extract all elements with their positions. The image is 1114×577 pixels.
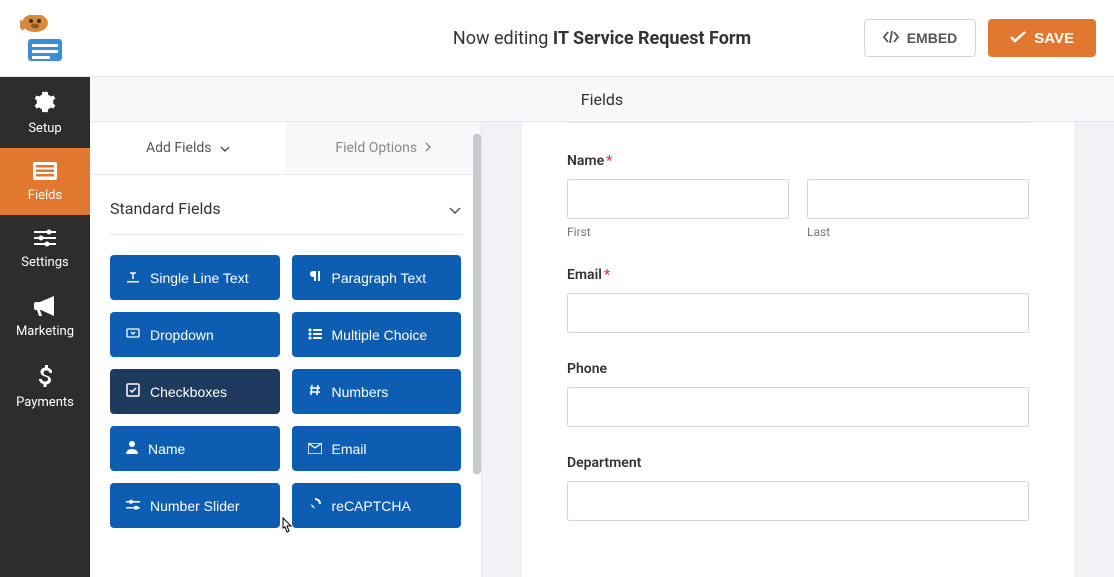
nav-marketing[interactable]: Marketing: [0, 282, 90, 351]
form-preview[interactable]: Name* First Last: [482, 122, 1114, 577]
field-label: Email*: [567, 267, 1029, 283]
form-field-phone[interactable]: Phone: [567, 361, 1029, 427]
nav-label: Settings: [21, 255, 68, 270]
nav-label: Payments: [16, 395, 74, 410]
standard-fields-header[interactable]: Standard Fields: [110, 199, 461, 235]
chevron-right-icon: [425, 140, 431, 156]
field-paragraph-text[interactable]: Paragraph Text: [292, 255, 462, 300]
field-number-slider[interactable]: Number Slider: [110, 483, 280, 528]
field-single-line-text[interactable]: Single Line Text: [110, 255, 280, 300]
scrollbar[interactable]: [473, 134, 481, 494]
field-label: Name*: [567, 153, 1029, 169]
dropdown-icon: [126, 326, 140, 343]
field-checkboxes[interactable]: Checkboxes: [110, 369, 280, 414]
nav-payments[interactable]: Payments: [0, 351, 90, 422]
chevron-down-icon: [220, 140, 230, 156]
embed-button[interactable]: EMBED: [864, 19, 977, 57]
code-icon: [883, 30, 899, 46]
nav-setup[interactable]: Setup: [0, 77, 90, 148]
content-tab-header: Fields: [90, 77, 1114, 122]
recaptcha-icon: [308, 497, 322, 514]
sliders-icon: [0, 229, 90, 247]
checkbox-icon: [126, 383, 140, 400]
nav-label: Marketing: [16, 324, 74, 339]
nav-label: Fields: [28, 188, 62, 203]
nav-settings[interactable]: Settings: [0, 215, 90, 282]
sublabel: Last: [807, 225, 1029, 239]
user-icon: [126, 440, 138, 457]
list-icon: [0, 162, 90, 180]
department-input[interactable]: [567, 481, 1029, 521]
envelope-icon: [308, 441, 322, 457]
form-field-department[interactable]: Department: [567, 455, 1029, 521]
email-input[interactable]: [567, 293, 1029, 333]
gear-icon: [0, 91, 90, 113]
form-field-name[interactable]: Name* First Last: [567, 153, 1029, 239]
panel-tab-add-fields[interactable]: Add Fields: [90, 122, 286, 174]
field-multiple-choice[interactable]: Multiple Choice: [292, 312, 462, 357]
check-icon: [1010, 30, 1026, 47]
field-numbers[interactable]: Numbers: [292, 369, 462, 414]
bullhorn-icon: [0, 296, 90, 316]
list-icon: [308, 327, 322, 343]
field-label: Phone: [567, 361, 1029, 377]
cursor-icon: [277, 516, 295, 542]
slider-icon: [126, 498, 140, 514]
panel-tab-field-options[interactable]: Field Options: [286, 122, 482, 174]
field-label: Department: [567, 455, 1029, 471]
paragraph-icon: [308, 269, 322, 286]
hash-icon: [308, 383, 322, 400]
phone-input[interactable]: [567, 387, 1029, 427]
text-icon: [126, 269, 140, 286]
app-logo[interactable]: [0, 0, 90, 77]
save-button[interactable]: SAVE: [988, 19, 1096, 57]
last-name-input[interactable]: [807, 179, 1029, 219]
dollar-icon: [0, 365, 90, 387]
nav-label: Setup: [28, 121, 61, 136]
field-name[interactable]: Name: [110, 426, 280, 471]
field-recaptcha[interactable]: reCAPTCHA: [292, 483, 462, 528]
field-email[interactable]: Email: [292, 426, 462, 471]
sublabel: First: [567, 225, 789, 239]
chevron-down-icon: [449, 199, 461, 218]
form-field-email[interactable]: Email*: [567, 267, 1029, 333]
first-name-input[interactable]: [567, 179, 789, 219]
field-dropdown[interactable]: Dropdown: [110, 312, 280, 357]
nav-fields[interactable]: Fields: [0, 148, 90, 215]
